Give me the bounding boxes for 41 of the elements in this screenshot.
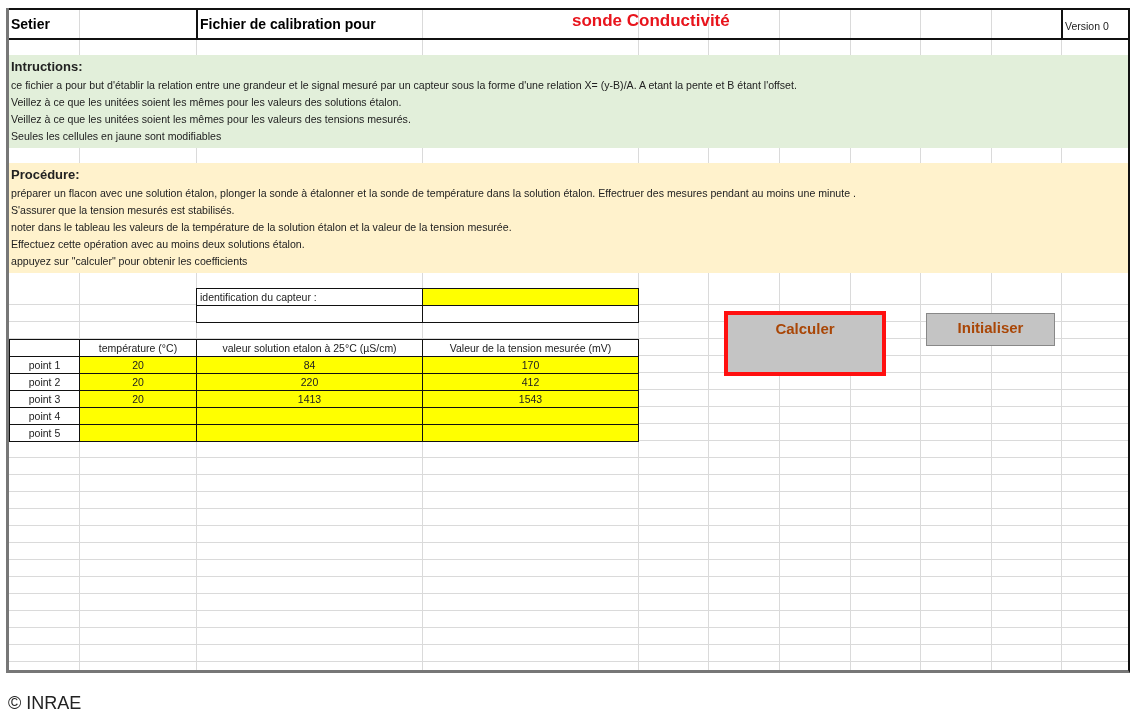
instruction-text: Veillez à ce que les unitées soient les mêmes pour les valeurs des solutions étalon. xyxy=(11,95,402,110)
sensor-id-label: identification du capteur : xyxy=(196,288,423,306)
input-cell[interactable] xyxy=(196,424,423,442)
instruction-text: Effectuez cette opération avec au moins deux solutions étalon. xyxy=(11,237,305,252)
row-header: point 5 xyxy=(9,424,80,442)
row-header: point 2 xyxy=(9,373,80,391)
row-header: point 3 xyxy=(9,390,80,408)
input-cell[interactable] xyxy=(422,424,639,442)
table-cell[interactable]: 84 xyxy=(196,356,423,374)
input-cell[interactable] xyxy=(79,407,197,425)
table-cell[interactable]: 20 xyxy=(79,373,197,391)
row-header: point 1 xyxy=(9,356,80,374)
instruction-text: S'assurer que la tension mesurés est stabilisés. xyxy=(11,203,235,218)
table-cell[interactable]: 220 xyxy=(196,373,423,391)
table-cell[interactable]: 1543 xyxy=(422,390,639,408)
column-header: Valeur de la tension mesurée (mV) xyxy=(422,339,639,357)
version-label: Version 0 xyxy=(1061,10,1128,38)
instruction-text: Seules les cellules en jaune sont modifiables xyxy=(11,129,222,144)
sheet-title: Fichier de calibration pour xyxy=(200,16,377,32)
input-cell[interactable] xyxy=(422,407,639,425)
column-header: température (°C) xyxy=(79,339,197,357)
table-cell[interactable]: 170 xyxy=(422,356,639,374)
table-cell[interactable]: 412 xyxy=(422,373,639,391)
instruction-text: ce fichier a pour but d'établir la relation entre une grandeur et le signal mesuré par un capteur sous la forme d'une relation X= (y-B)/A. A etant la pente et B étant l'offset. xyxy=(11,78,797,93)
author-label: Setier xyxy=(10,15,51,34)
copyright-caption: © INRAE xyxy=(8,693,82,714)
sensor-id-field[interactable] xyxy=(422,288,639,306)
instruction-text: appuyez sur "calculer" pour obtenir les coefficients xyxy=(11,254,248,269)
table-cell[interactable]: 1413 xyxy=(196,390,423,408)
instructions-panel-heading: Intructions: xyxy=(11,58,83,76)
input-cell[interactable] xyxy=(196,407,423,425)
table-cell[interactable]: 20 xyxy=(79,390,197,408)
instruction-text: Veillez à ce que les unitées soient les mêmes pour les valeurs des tensions mesurés. xyxy=(11,112,411,127)
table-cell[interactable]: 20 xyxy=(79,356,197,374)
column-header: valeur solution etalon à 25°C (µS/cm) xyxy=(196,339,423,357)
procedure-panel-heading: Procédure: xyxy=(11,166,80,184)
input-cell[interactable] xyxy=(79,424,197,442)
sheet-subject: sonde Conductivité xyxy=(572,11,730,32)
row-header: point 4 xyxy=(9,407,80,425)
instruction-text: noter dans le tableau les valeurs de la température de la solution étalon et la valeur de la tension mesurée. xyxy=(11,220,512,235)
instruction-text: préparer un flacon avec une solution étalon, plonger la sonde à étalonner et la sonde de température dans la solution étalon. Effectruer des mesures pendant au moins une minute . xyxy=(11,186,856,201)
